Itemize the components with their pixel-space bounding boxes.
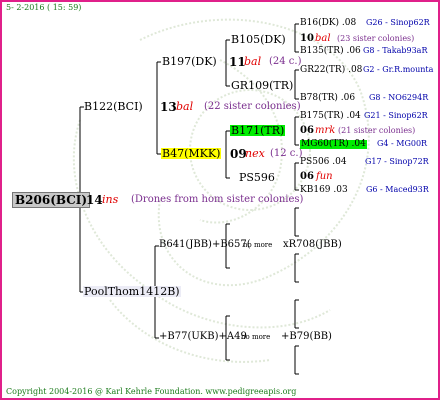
copyright-footer: Copyright 2004-2016 @ Karl Kehrle Founda… (6, 387, 297, 396)
father-number: 13 (160, 100, 177, 114)
leaf-ps506-origin: G17 - Sinop72R (365, 157, 429, 166)
b47-queen[interactable]: B47(MKK) (161, 148, 222, 159)
b171-note: (21 sister colonies) (338, 126, 416, 135)
b47-type: nex (245, 147, 265, 160)
ps596-queen[interactable]: PS596 (239, 172, 275, 183)
leaf-mg60[interactable]: MG60(TR) .04 (300, 140, 367, 149)
maternal-lower-left[interactable]: +B77(UKB)+A49 (159, 332, 247, 342)
father-note: (22 sister colonies) (204, 101, 301, 112)
b105-number: 10 (300, 33, 314, 44)
ps596-number: 06 (300, 171, 314, 182)
b171-queen[interactable]: B171(TR) (230, 125, 286, 136)
maternal-upper-nomore: no more (243, 241, 273, 249)
father-type: bal (176, 100, 194, 113)
b105-queen[interactable]: B105(DK) (231, 34, 286, 45)
b197-queen[interactable]: B197(DK) (162, 56, 217, 67)
b171-number: 06 (300, 125, 314, 136)
leaf-b135[interactable]: B135(TR) .06 (300, 47, 361, 56)
maternal-upper-right[interactable]: xR708(JBB) (283, 240, 342, 250)
b47-note: (12 c.) (270, 148, 303, 159)
leaf-b78[interactable]: B78(TR) .06 (300, 94, 355, 103)
leaf-b78-origin: G8 - NO6294R (369, 93, 429, 102)
b105-note: (23 sister colonies) (337, 34, 415, 43)
leaf-b175[interactable]: B175(TR) .04 (300, 112, 361, 121)
root-note: (Drones from hom sister colonies) (131, 194, 304, 205)
leaf-b135-origin: G8 - Takab93aR (363, 46, 428, 55)
leaf-kb169-origin: G6 - Maced93R (366, 185, 429, 194)
date-stamp: 5- 2-2016 ( 15: 59) (6, 3, 82, 12)
leaf-b16[interactable]: B16(DK) .08 (300, 19, 356, 28)
b197-note: (24 c.) (269, 56, 302, 67)
leaf-b16-origin: G26 - Sinop62R (366, 18, 430, 27)
leaf-b175-origin: G21 - Sinop62R (364, 111, 428, 120)
maternal-lower-nomore: no more (241, 333, 271, 341)
root-queen[interactable]: B206(BCI) (12, 192, 91, 208)
root-number: 14 (86, 193, 103, 207)
leaf-kb169[interactable]: KB169 .03 (300, 186, 348, 195)
gr109-queen[interactable]: GR109(TR) (231, 80, 293, 91)
mother-queen[interactable]: PoolThom1412B) (83, 286, 181, 297)
father-queen[interactable]: B122(BCI) (84, 101, 143, 112)
leaf-gr22-origin: G2 - Gr.R.mounta (363, 65, 434, 74)
leaf-gr22[interactable]: GR22(TR) .08 (300, 66, 362, 75)
ps596-type: fun (316, 171, 333, 182)
root-type: ins (102, 193, 119, 206)
b171-type: mrk (315, 125, 336, 136)
leaf-mg60-origin: G4 - MG00R (377, 139, 428, 148)
leaf-ps506[interactable]: PS506 .04 (300, 158, 347, 167)
b197-type: bal (244, 55, 262, 68)
maternal-upper-left[interactable]: B641(JBB)+B657( (159, 240, 251, 250)
b105-type: bal (315, 33, 331, 44)
maternal-lower-right[interactable]: +B79(BB) (281, 332, 332, 342)
